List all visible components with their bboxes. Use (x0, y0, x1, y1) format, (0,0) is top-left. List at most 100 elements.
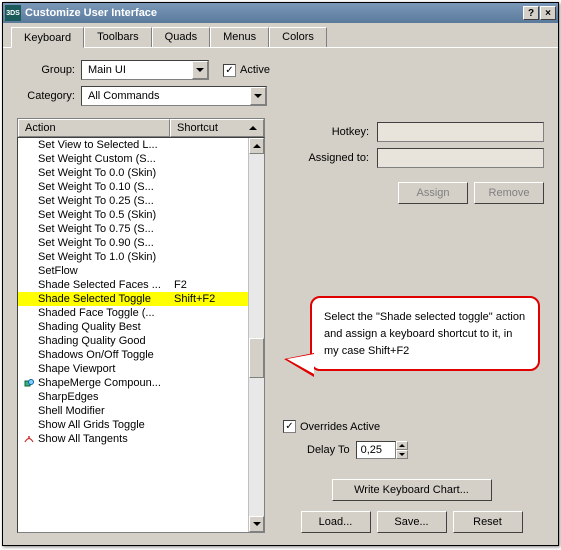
action-text: Set Weight To 1.0 (Skin) (36, 251, 174, 263)
window-title: Customize User Interface (25, 7, 523, 19)
list-item[interactable]: Shell Modifier (18, 404, 264, 418)
list-item[interactable]: Shade Selected Faces ...F2 (18, 278, 264, 292)
action-text: ShapeMerge Compoun... (36, 377, 174, 389)
blank-icon (22, 139, 36, 151)
spinner-up-button[interactable] (396, 441, 408, 450)
list-item[interactable]: Set Weight To 0.0 (Skin) (18, 166, 264, 180)
list-item[interactable]: Shadows On/Off Toggle (18, 348, 264, 362)
action-text: Shade Selected Faces ... (36, 279, 174, 291)
assign-button[interactable]: Assign (398, 182, 468, 204)
hotkey-label: Hotkey: (279, 126, 369, 138)
action-text: Set Weight To 0.10 (S... (36, 181, 174, 193)
active-checkbox[interactable]: ✓ (223, 64, 236, 77)
delay-input[interactable] (356, 441, 396, 459)
hotkey-input[interactable] (377, 122, 544, 142)
column-shortcut[interactable]: Shortcut (170, 119, 264, 137)
customize-ui-window: 3DS Customize User Interface ? × Keyboar… (2, 2, 559, 546)
blank-icon (22, 251, 36, 263)
blank-icon (22, 335, 36, 347)
column-action[interactable]: Action (18, 119, 170, 137)
list-item[interactable]: Show All Tangents (18, 432, 264, 446)
action-text: Set Weight To 0.0 (Skin) (36, 167, 174, 179)
group-dropdown[interactable]: Main UI (81, 60, 209, 80)
blank-icon (22, 321, 36, 333)
action-text: Shaded Face Toggle (... (36, 307, 174, 319)
load-button[interactable]: Load... (301, 511, 371, 533)
sort-asc-icon (249, 126, 257, 130)
tangent-icon (22, 433, 36, 445)
action-text: Set View to Selected L... (36, 139, 174, 151)
blank-icon (22, 223, 36, 235)
action-list[interactable]: Set View to Selected L...Set Weight Cust… (17, 137, 265, 533)
scroll-thumb[interactable] (249, 338, 264, 378)
chevron-down-icon (250, 87, 266, 105)
write-chart-button[interactable]: Write Keyboard Chart... (332, 479, 492, 501)
list-item[interactable]: Set Weight To 0.5 (Skin) (18, 208, 264, 222)
list-item[interactable]: Shading Quality Good (18, 334, 264, 348)
list-item[interactable]: Set Weight To 1.0 (Skin) (18, 250, 264, 264)
list-item[interactable]: Shade Selected ToggleShift+F2 (18, 292, 264, 306)
list-item[interactable]: Set Weight To 0.75 (S... (18, 222, 264, 236)
action-text: Set Weight To 0.25 (S... (36, 195, 174, 207)
annotation-callout: Select the "Shade selected toggle" actio… (310, 296, 540, 371)
blank-icon (22, 349, 36, 361)
blank-icon (22, 167, 36, 179)
list-item[interactable]: Shape Viewport (18, 362, 264, 376)
remove-button[interactable]: Remove (474, 182, 544, 204)
list-item[interactable]: Set View to Selected L... (18, 138, 264, 152)
action-text: Shading Quality Good (36, 335, 174, 347)
list-item[interactable]: Show All Grids Toggle (18, 418, 264, 432)
list-item[interactable]: Set Weight To 0.90 (S... (18, 236, 264, 250)
list-item[interactable]: SharpEdges (18, 390, 264, 404)
overrides-checkbox[interactable]: ✓ (283, 420, 296, 433)
reset-button[interactable]: Reset (453, 511, 523, 533)
scroll-up-button[interactable] (249, 138, 264, 154)
action-text: SharpEdges (36, 391, 174, 403)
list-item[interactable]: Shading Quality Best (18, 320, 264, 334)
blank-icon (22, 279, 36, 291)
blank-icon (22, 209, 36, 221)
blank-icon (22, 307, 36, 319)
blank-icon (22, 391, 36, 403)
list-item[interactable]: Set Weight Custom (S... (18, 152, 264, 166)
blank-icon (22, 265, 36, 277)
tab-keyboard[interactable]: Keyboard (11, 27, 84, 48)
action-text: Show All Grids Toggle (36, 419, 174, 431)
action-text: SetFlow (36, 265, 174, 277)
action-text: Set Weight To 0.90 (S... (36, 237, 174, 249)
close-button[interactable]: × (540, 6, 556, 20)
tab-colors[interactable]: Colors (269, 27, 327, 47)
tab-content: Group: Main UI ✓ Active Category: All Co… (3, 48, 558, 545)
scrollbar[interactable] (248, 138, 264, 532)
list-item[interactable]: SetFlow (18, 264, 264, 278)
list-item[interactable]: Shaded Face Toggle (... (18, 306, 264, 320)
list-item[interactable]: Set Weight To 0.10 (S... (18, 180, 264, 194)
action-text: Shadows On/Off Toggle (36, 349, 174, 361)
assigned-input[interactable] (377, 148, 544, 168)
action-text: Shade Selected Toggle (36, 293, 174, 305)
blank-icon (22, 363, 36, 375)
blank-icon (22, 405, 36, 417)
save-button[interactable]: Save... (377, 511, 447, 533)
tab-menus[interactable]: Menus (210, 27, 269, 47)
tab-quads[interactable]: Quads (152, 27, 210, 47)
tab-strip: Keyboard Toolbars Quads Menus Colors (3, 23, 558, 48)
assigned-label: Assigned to: (279, 152, 369, 164)
blank-icon (22, 153, 36, 165)
action-list-panel: Action Shortcut Set View to Selected L..… (17, 118, 265, 533)
scroll-down-button[interactable] (249, 516, 264, 532)
group-value: Main UI (82, 64, 192, 76)
list-item[interactable]: Set Weight To 0.25 (S... (18, 194, 264, 208)
category-value: All Commands (82, 90, 250, 102)
list-item[interactable]: ShapeMerge Compoun... (18, 376, 264, 390)
action-text: Shell Modifier (36, 405, 174, 417)
help-button[interactable]: ? (523, 6, 539, 20)
action-text: Set Weight To 0.5 (Skin) (36, 209, 174, 221)
category-dropdown[interactable]: All Commands (81, 86, 267, 106)
blank-icon (22, 419, 36, 431)
category-label: Category: (17, 90, 75, 102)
spinner-down-button[interactable] (396, 450, 408, 459)
shapemerge-icon (22, 377, 36, 389)
tab-toolbars[interactable]: Toolbars (84, 27, 152, 47)
delay-label: Delay To (307, 444, 350, 456)
